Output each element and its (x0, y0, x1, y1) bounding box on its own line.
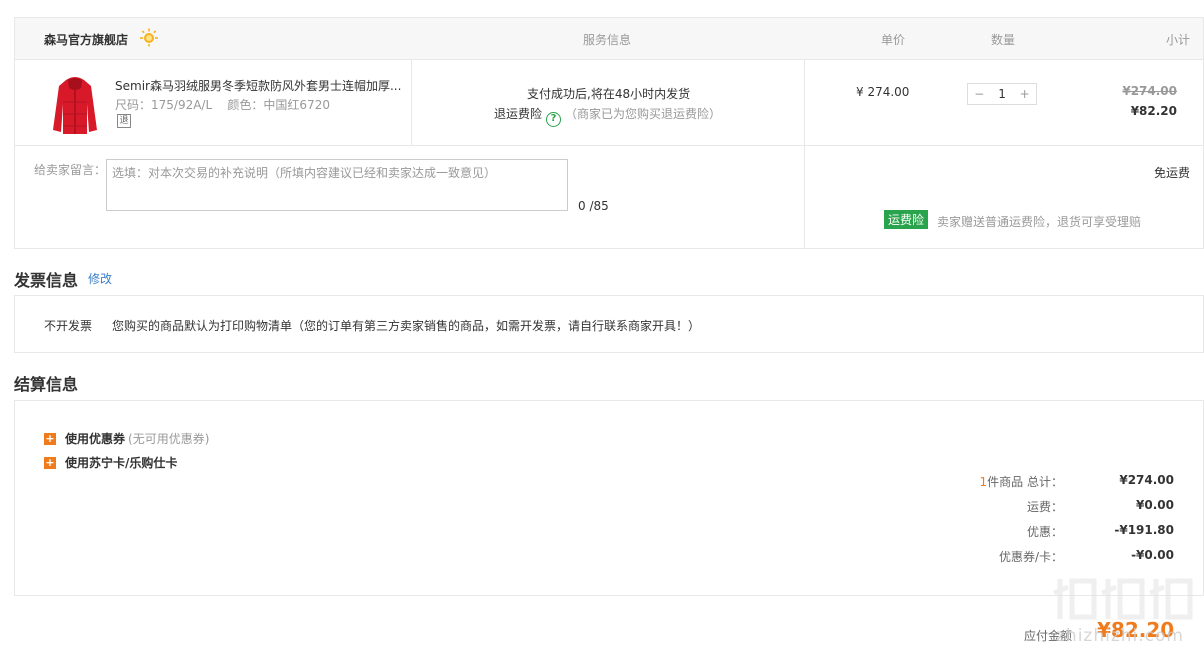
use-coupon-label: 使用优惠券 (65, 432, 126, 446)
product-color: 颜色：中国红6720 (227, 98, 330, 112)
use-card-toggle[interactable]: + 使用苏宁卡/乐购仕卡 (44, 454, 177, 471)
discount-value: -¥191.80 (1114, 523, 1174, 537)
qty-plus-button[interactable]: + (1013, 87, 1036, 101)
invoice-edit-link[interactable]: 修改 (88, 270, 112, 287)
unit-price: ¥ 274.00 (856, 85, 910, 99)
return-insurance-line: 退运费险? （商家已为您购买退运费险） (494, 105, 721, 127)
message-char-counter: 0 /85 (578, 199, 609, 213)
return-insurance-note: （商家已为您购买退运费险） (565, 107, 722, 121)
total-value: ¥274.00 (1119, 473, 1174, 487)
refund-tag: 退 (117, 114, 131, 128)
coupon-card-value: -¥0.00 (1131, 548, 1174, 562)
freight-insurance-desc: 卖家赠送普通运费险，退货可享受理赔 (937, 215, 1142, 229)
total-label: 1件商品 总计： (980, 473, 1063, 490)
plus-icon: + (44, 455, 56, 469)
total-label-text: 件商品 总计： (987, 475, 1063, 489)
product-specs: 尺码：175/92A/L 颜色：中国红6720 (115, 96, 330, 113)
use-coupon-toggle[interactable]: + 使用优惠券 (无可用优惠券) (44, 430, 209, 447)
freight-insurance-badge: 运费险 (884, 210, 929, 229)
watermark-logo (1052, 573, 1202, 626)
product-title[interactable]: Semir森马羽绒服男冬季短款防风外套男士连帽加厚... (115, 77, 405, 94)
discount-label: 优惠： (1026, 525, 1063, 539)
seller-message-input[interactable] (106, 159, 568, 211)
invoice-description: 您购买的商品默认为打印购物清单（您的订单有第三方卖家销售的商品，如需开发票，请自… (112, 319, 701, 333)
shipping-fee: 免运费 (1153, 166, 1190, 180)
coupon-card-label: 优惠券/卡： (998, 550, 1063, 564)
help-icon[interactable]: ? (546, 112, 562, 127)
original-subtotal: ¥274.00 (1122, 84, 1177, 98)
settlement-section-title: 结算信息 (14, 375, 79, 394)
sun-badge-icon (139, 27, 159, 47)
order-box: 森马官方旗舰店 服务信息 单价 数量 小计 Semir森马羽绒服男冬季短款防风外… (14, 17, 1204, 249)
order-header: 森马官方旗舰店 服务信息 单价 数量 小计 (15, 18, 1203, 60)
invoice-type: 不开发票 (44, 319, 93, 333)
coupon-note: (无可用优惠券) (128, 432, 210, 446)
shipping-promise: 支付成功后,将在48小时内发货 (527, 87, 691, 101)
store-name[interactable]: 森马官方旗舰店 (44, 31, 128, 48)
column-quantity: 数量 (991, 33, 1016, 47)
use-card-label: 使用苏宁卡/乐购仕卡 (65, 456, 178, 470)
quantity-stepper: − 1 + (967, 83, 1037, 105)
watermark-text: zhizhizhi.com (1056, 626, 1184, 646)
subtotal: ¥82.20 (1130, 104, 1177, 118)
plus-icon: + (44, 431, 56, 445)
return-insurance-label: 退运费险 (494, 107, 543, 121)
freight-value: ¥0.00 (1136, 498, 1174, 512)
qty-input[interactable]: 1 (991, 87, 1014, 101)
column-service: 服务信息 (583, 33, 632, 47)
message-label: 给卖家留言： (34, 163, 107, 177)
divider (411, 60, 412, 146)
divider (804, 60, 805, 248)
qty-minus-button[interactable]: − (968, 87, 991, 101)
column-unit-price: 单价 (881, 33, 906, 47)
settlement-box: + 使用优惠券 (无可用优惠券) + 使用苏宁卡/乐购仕卡 1件商品 总计： ¥… (14, 400, 1204, 596)
column-subtotal: 小计 (1165, 33, 1190, 47)
invoice-section-title: 发票信息 (14, 271, 79, 290)
product-thumbnail[interactable] (51, 74, 99, 136)
item-row: Semir森马羽绒服男冬季短款防风外套男士连帽加厚... 尺码：175/92A/… (15, 60, 1203, 248)
freight-label: 运费： (1026, 500, 1063, 514)
product-size: 尺码：175/92A/L (115, 98, 213, 112)
invoice-box: 不开发票 您购买的商品默认为打印购物清单（您的订单有第三方卖家销售的商品，如需开… (14, 295, 1204, 353)
